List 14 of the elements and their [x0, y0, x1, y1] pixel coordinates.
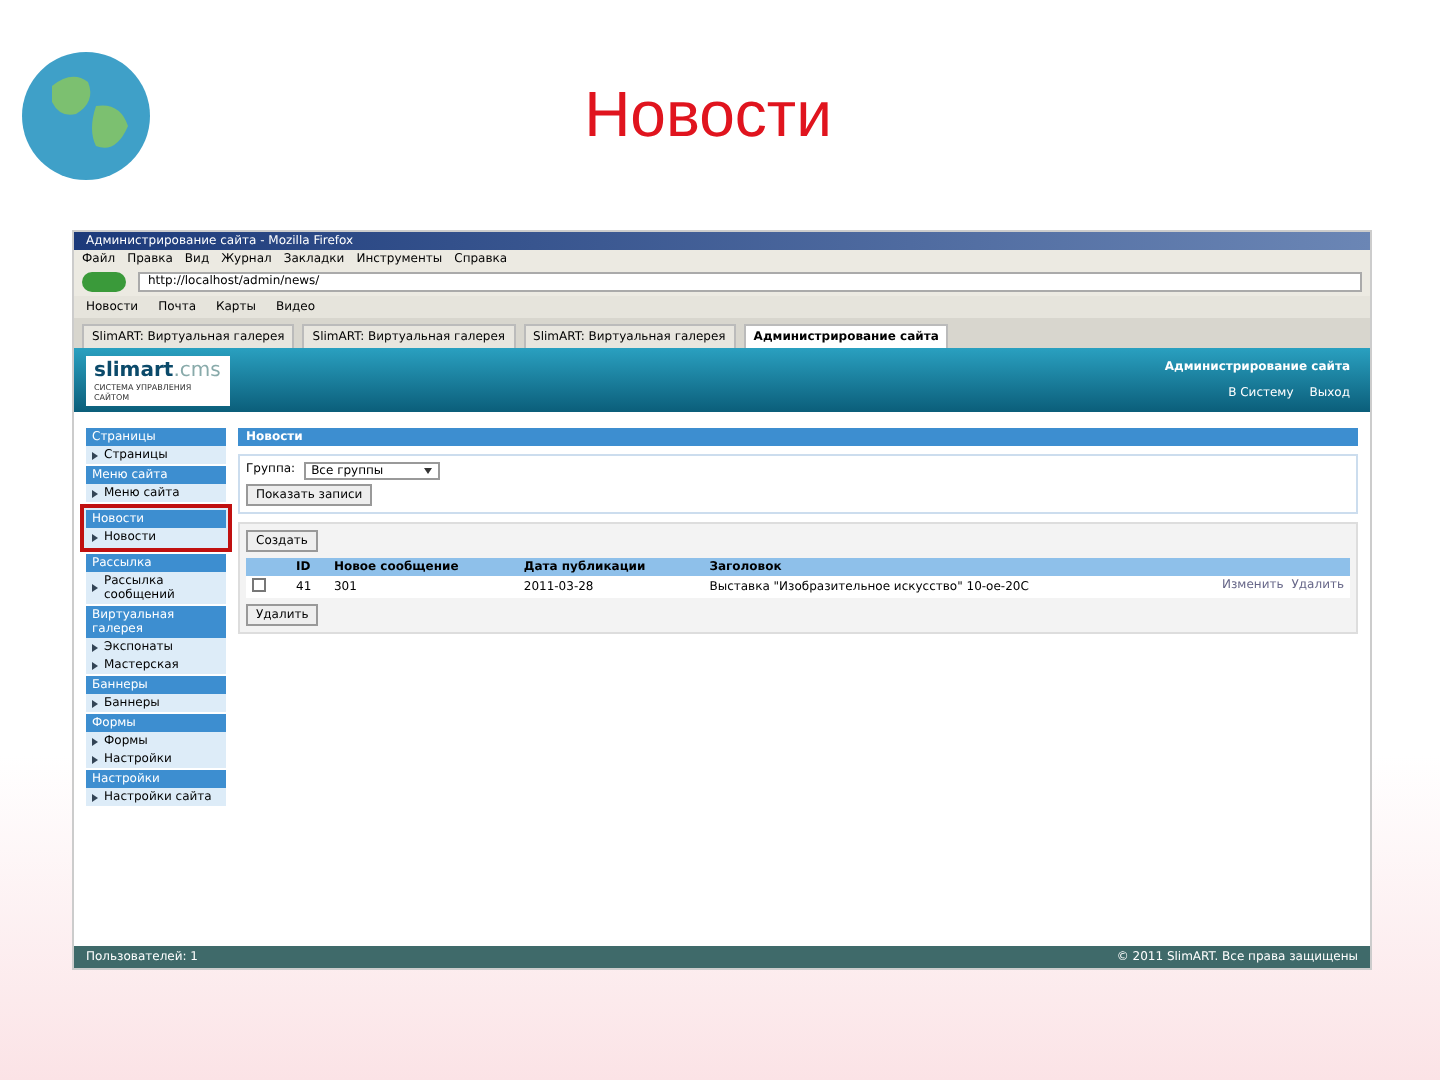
slide-title: Новости [582, 78, 834, 152]
bullet-icon [92, 533, 98, 541]
bullet-icon [92, 699, 98, 707]
bullet-icon [92, 489, 98, 497]
bullet-icon [92, 451, 98, 459]
caret-icon [423, 468, 432, 474]
bullet-icon [92, 661, 98, 669]
bullet-icon [92, 793, 98, 801]
bullet-icon [92, 584, 98, 592]
back-button[interactable] [82, 272, 126, 292]
logo-text: slimart [94, 359, 174, 381]
row-checkbox[interactable] [252, 578, 266, 592]
bullet-icon [92, 755, 98, 763]
logo-suffix: .cms [173, 359, 221, 381]
